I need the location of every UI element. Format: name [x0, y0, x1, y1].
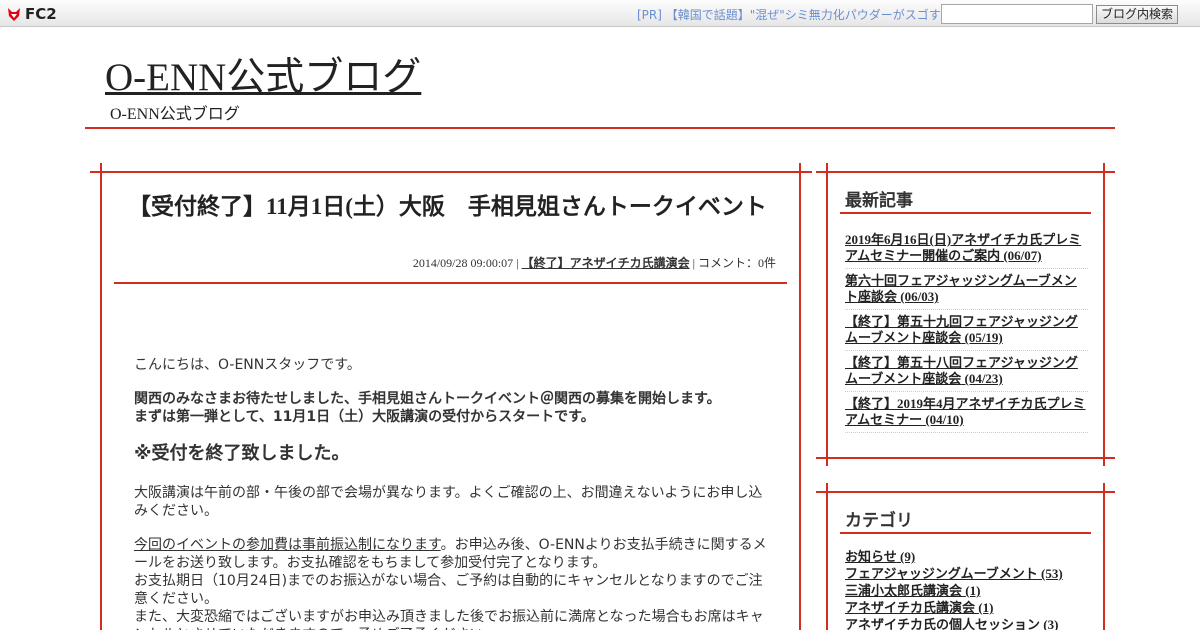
category-link[interactable]: お知らせ (9) [845, 549, 915, 564]
blog-search-input[interactable] [941, 4, 1093, 24]
recent-entry-link[interactable]: 【終了】第五十九回フェアジャッジングムーブメント座談会 (05/19) [845, 314, 1078, 345]
blog-description: O-ENN公式ブログ [110, 106, 240, 123]
post-venue-paragraph: 大阪講演は午前の部・午後の部で会場が異なります。よくご確認の上、お間違えないよう… [134, 485, 763, 519]
recent-entry-title: 【終了】第五十八回フェアジャッジングムーブメント座談会 [845, 355, 1078, 386]
category-item: フェアジャッジングムーブメント (53) [845, 565, 1088, 582]
post-title-underline [114, 282, 787, 284]
post-deadline-paragraph: お支払期日（10月24日)までのお振込がない場合、ご予約は自動的にキャンセルとな… [134, 573, 763, 607]
recent-frame-right-line [1103, 163, 1105, 466]
category-link[interactable]: アネザイチカ氏の個人セッション (3) [845, 617, 1058, 630]
category-heading-underline [840, 532, 1091, 534]
recent-entry: 【終了】第五十九回フェアジャッジングムーブメント座談会 (05/19) [845, 314, 1088, 351]
category-item: 三浦小太郎氏講演会 (1) [845, 582, 1088, 599]
recent-entry-title: 第六十回フェアジャッジングムーブメント座談会 [845, 273, 1077, 304]
post-category-link[interactable]: 【終了】アネザイチカ氏講演会 [522, 256, 690, 270]
recent-entry-title: 【終了】第五十九回フェアジャッジングムーブメント座談会 [845, 314, 1078, 345]
post-comments-link[interactable]: | コメント：0件 [693, 256, 776, 270]
category-count: (1) [965, 583, 981, 598]
category-count: (3) [1043, 617, 1059, 630]
category-name: アネザイチカ氏の個人セッション [845, 617, 1041, 630]
recent-entry-date: (05/19) [964, 330, 1003, 345]
category-name: 三浦小太郎氏講演会 [845, 583, 963, 598]
post-title: 【受付終了】11月1日(土）大阪 手相見姐さんトークイベント [128, 194, 767, 219]
recent-frame-left-line [826, 163, 828, 466]
blog-title-link[interactable]: O-ENN公式ブログ [105, 46, 421, 102]
recent-entries-heading: 最新記事 [845, 191, 913, 211]
category-name: フェアジャッジングムーブメント [845, 566, 1038, 581]
fc2-fox-icon [8, 7, 20, 21]
fc2-toolbar: FC2 [PR] 【韓国で話題】"混ぜ"シミ無力化パウダーがスゴす ブログ内検索 [0, 0, 1200, 27]
category-count: (53) [1041, 566, 1063, 581]
category-list: お知らせ (9) フェアジャッジングムーブメント (53) 三浦小太郎氏講演会 … [845, 548, 1088, 630]
recent-entry-date: (04/10) [925, 412, 964, 427]
category-count: (1) [978, 600, 994, 615]
post-fee-underlined: 今回のイベントの参加費は事前振込制になります [134, 537, 441, 553]
post-sorry-paragraph: また、大変恐縮ではございますがお申込み頂きました後でお振込前に満席となった場合も… [134, 609, 764, 630]
category-heading: カテゴリ [845, 511, 913, 531]
post-greeting: こんにちは、O-ENNスタッフです。 [134, 357, 361, 373]
recent-entry: 第六十回フェアジャッジングムーブメント座談会 (06/03) [845, 273, 1088, 310]
category-frame-left-line [826, 483, 828, 630]
recent-frame-top-line [816, 171, 1115, 173]
recent-entry-link[interactable]: 2019年6月16日(日)アネザイチカ氏プレミアムセミナー開催のご案内 (06/… [845, 232, 1081, 263]
post-announcement-line-2: まずは第一弾として、11月1日（土）大阪講演の受付からスタートです。 [134, 409, 595, 425]
category-item: お知らせ (9) [845, 548, 1088, 565]
post-fee-paragraph: 今回のイベントの参加費は事前振込制になります。お申込み後、O-ENNよりお支払手… [134, 536, 770, 572]
post-frame-top-line [90, 171, 812, 173]
recent-entry-title: 2019年6月16日(日)アネザイチカ氏プレミアムセミナー開催のご案内 [845, 232, 1082, 263]
recent-entry-link[interactable]: 第六十回フェアジャッジングムーブメント座談会 (06/03) [845, 273, 1077, 304]
category-link[interactable]: 三浦小太郎氏講演会 (1) [845, 583, 980, 598]
blog-search-button[interactable]: ブログ内検索 [1096, 5, 1178, 24]
recent-entry: 【終了】第五十八回フェアジャッジングムーブメント座談会 (04/23) [845, 355, 1088, 392]
category-frame-right-line [1103, 483, 1105, 630]
recent-heading-underline [840, 212, 1091, 214]
category-name: お知らせ [845, 549, 897, 564]
recent-entry: 【終了】2019年4月アネザイチカ氏プレミアムセミナー (04/10) [845, 396, 1088, 433]
post-closed-notice: ※受付を終了致しました。 [134, 443, 350, 464]
recent-entries-list: 2019年6月16日(日)アネザイチカ氏プレミアムセミナー開催のご案内 (06/… [845, 232, 1088, 437]
category-count: (9) [900, 549, 916, 564]
post-date: 2014/09/28 09:00:07 | [412, 256, 519, 270]
post-frame-left-line [100, 163, 102, 630]
post-meta: 2014/09/28 09:00:07 | 【終了】アネザイチカ氏講演会 | コ… [114, 254, 776, 271]
category-link[interactable]: アネザイチカ氏講演会 (1) [845, 600, 993, 615]
category-item: アネザイチカ氏の個人セッション (3) [845, 616, 1088, 630]
recent-entry: 2019年6月16日(日)アネザイチカ氏プレミアムセミナー開催のご案内 (06/… [845, 232, 1088, 269]
recent-entry-link[interactable]: 【終了】2019年4月アネザイチカ氏プレミアムセミナー (04/10) [845, 396, 1086, 427]
post-announcement: 関西のみなさまお待たせしました、手相見姐さんトークイベント＠関西の募集を開始しま… [134, 390, 770, 426]
category-item: アネザイチカ氏講演会 (1) [845, 599, 1088, 616]
pr-ad-link[interactable]: [PR] 【韓国で話題】"混ぜ"シミ無力化パウダーがスゴす [637, 6, 941, 23]
recent-frame-bottom-line [816, 457, 1115, 459]
post-frame-right-line [799, 163, 801, 630]
fc2-logo[interactable]: FC2 [6, 4, 57, 23]
recent-entry-title: 【終了】2019年4月アネザイチカ氏プレミアムセミナー [845, 396, 1086, 427]
recent-entry-date: (06/07) [1003, 248, 1042, 263]
recent-entry-date: (04/23) [964, 371, 1003, 386]
post-body: こんにちは、O-ENNスタッフです。 関西のみなさまお待たせしました、手相見姐さ… [134, 356, 770, 630]
category-name: アネザイチカ氏講演会 [845, 600, 976, 615]
recent-entry-date: (06/03) [900, 289, 939, 304]
recent-entry-link[interactable]: 【終了】第五十八回フェアジャッジングムーブメント座談会 (04/23) [845, 355, 1078, 386]
post-announcement-line-1: 関西のみなさまお待たせしました、手相見姐さんトークイベント＠関西の募集を開始しま… [134, 391, 721, 407]
header-divider [85, 127, 1115, 129]
category-frame-top-line [816, 491, 1115, 493]
fc2-logo-text: FC2 [25, 4, 57, 23]
category-link[interactable]: フェアジャッジングムーブメント (53) [845, 566, 1063, 581]
